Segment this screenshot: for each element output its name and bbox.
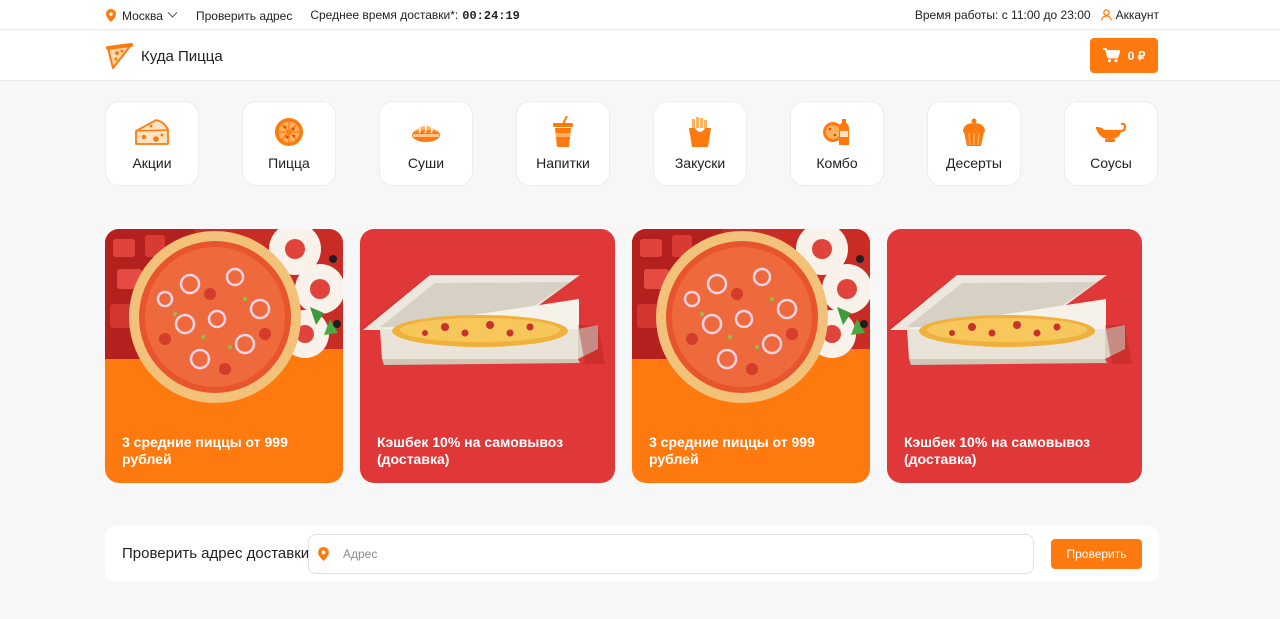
sauce-boat-icon <box>1095 122 1127 142</box>
promo-text: Кэшбек 10% на самовывоз (доставка) <box>904 434 1091 467</box>
chevron-down-icon <box>167 7 178 18</box>
map-pin-icon <box>318 547 329 561</box>
category-label: Закуски <box>674 155 726 171</box>
cheese-icon <box>135 119 169 145</box>
category-label: Суши <box>407 155 445 171</box>
map-pin-icon <box>106 9 116 22</box>
account-label: Аккаунт <box>1115 8 1159 22</box>
check-address-link[interactable]: Проверить адрес <box>196 9 292 23</box>
category-kombo[interactable]: Комбо <box>790 101 884 186</box>
drink-icon <box>553 116 573 147</box>
cupcake-icon <box>963 118 985 146</box>
pizza-promo-image <box>632 229 870 403</box>
address-input-wrapper <box>308 534 1034 574</box>
combo-icon <box>823 119 849 145</box>
top-bar-right: Время работы: с 11:00 до 23:00 Аккаунт <box>915 8 1159 22</box>
category-label: Десерты <box>945 155 1002 171</box>
sushi-icon <box>412 124 440 142</box>
cart-button[interactable]: 0 ₽ <box>1090 38 1158 73</box>
promo-text: 3 средние пиццы от 999 рублей <box>122 434 288 467</box>
check-address-button[interactable]: Проверить <box>1051 539 1142 569</box>
category-label: Пицца <box>268 155 310 171</box>
fries-icon <box>689 117 711 147</box>
promo-text: 3 средние пиццы от 999 рублей <box>649 434 815 467</box>
account-link[interactable]: Аккаунт <box>1100 8 1159 22</box>
delivery-time-value: 00:24:19 <box>462 9 520 23</box>
delivery-time-label: Среднее время доставки*: <box>310 8 459 22</box>
address-check-title: Проверить адрес доставки <box>122 545 310 562</box>
header: Куда Пицца 0 ₽ <box>0 31 1280 81</box>
category-pizza[interactable]: Пицца <box>242 101 336 186</box>
city-selector[interactable]: Москва <box>106 7 178 23</box>
city-name: Москва <box>122 8 163 23</box>
category-napitki[interactable]: Напитки <box>516 101 610 186</box>
delivery-time: Среднее время доставки*: 00:24:19 <box>310 8 520 23</box>
top-bar-left: Москва Проверить адрес Среднее время дос… <box>106 7 520 23</box>
category-label: Соусы <box>1090 155 1132 171</box>
cart-icon <box>1102 48 1120 63</box>
promo-card[interactable]: Кэшбек 10% на самовывоз (доставка) <box>360 229 615 483</box>
promo-card[interactable]: Кэшбек 10% на самовывоз (доставка) <box>887 229 1142 483</box>
category-zakuski[interactable]: Закуски <box>653 101 747 186</box>
promo-card[interactable]: 3 средние пиццы от 999 рублей <box>105 229 343 483</box>
pizza-box-promo-image <box>360 273 605 365</box>
category-label: Комбо <box>816 155 858 171</box>
cart-total: 0 ₽ <box>1127 48 1146 63</box>
category-deserty[interactable]: Десерты <box>927 101 1021 186</box>
category-nav: Акции Пицца Суши Напитки Закуски Комбо Д… <box>105 101 1159 186</box>
category-label: Напитки <box>536 155 590 171</box>
work-hours: Время работы: с 11:00 до 23:00 <box>914 8 1091 22</box>
category-akcii[interactable]: Акции <box>105 101 199 186</box>
pizza-promo-image <box>105 229 343 403</box>
pizza-slice-icon <box>106 43 133 69</box>
pizza-box-promo-image <box>887 273 1132 365</box>
promo-card[interactable]: 3 средние пиццы от 999 рублей <box>632 229 870 483</box>
address-check-panel: Проверить адрес доставки Проверить <box>105 526 1159 582</box>
promo-text: Кэшбек 10% на самовывоз (доставка) <box>377 434 564 467</box>
pizza-icon <box>275 118 303 146</box>
user-icon <box>1100 9 1112 21</box>
category-sousy[interactable]: Соусы <box>1064 101 1158 186</box>
category-sushi[interactable]: Суши <box>379 101 473 186</box>
logo[interactable]: Куда Пицца <box>105 42 223 70</box>
top-bar: Москва Проверить адрес Среднее время дос… <box>0 0 1280 30</box>
logo-text: Куда Пицца <box>141 47 223 65</box>
address-input[interactable] <box>343 535 1023 573</box>
category-label: Акции <box>132 155 172 171</box>
